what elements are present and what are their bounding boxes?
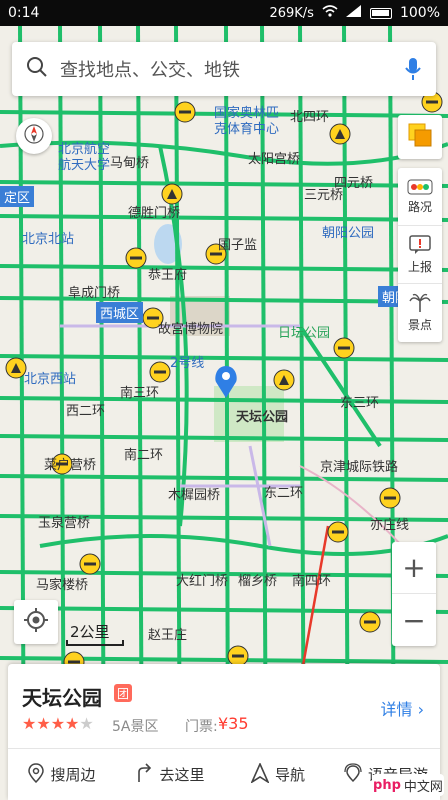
network-speed: 269K/s: [269, 5, 314, 21]
map-label: 马家楼桥: [36, 578, 89, 593]
palm-tree-icon: [409, 293, 431, 316]
map-label: 航天大学: [58, 158, 111, 173]
map-label: 南三环: [120, 386, 160, 401]
location-pin-icon: [28, 762, 45, 787]
district-xicheng: 西城区: [96, 302, 144, 323]
traffic-light-icon: [407, 179, 433, 198]
status-bar: 0:14 269K/s 100%: [0, 0, 448, 26]
price-label: 门票:: [185, 719, 218, 735]
map-label: 亦庄线: [370, 518, 410, 533]
map-label: 马甸桥: [110, 156, 150, 171]
ticket-price: ¥35: [218, 714, 249, 733]
report-button[interactable]: 上报: [398, 226, 442, 284]
wifi-icon: [322, 5, 338, 21]
map-label: 南二环: [124, 448, 164, 463]
navigate-button[interactable]: 导航: [224, 749, 332, 800]
map-label: 克体育中心: [214, 122, 280, 137]
map-label: 恭王府: [148, 268, 188, 283]
map-label: 国子监: [218, 238, 258, 253]
microphone-icon[interactable]: [404, 57, 422, 81]
map-label: 北京北站: [22, 232, 75, 247]
compass-icon: [23, 123, 45, 149]
nearby-label: 搜周边: [50, 766, 96, 784]
site-watermark: php 中文网: [372, 774, 444, 796]
compass-button[interactable]: [16, 118, 52, 154]
report-icon: [409, 234, 431, 258]
map-label: 京津城际铁路: [320, 460, 399, 475]
layers-icon: [407, 122, 433, 152]
go-here-label: 去这里: [159, 766, 205, 784]
map-label: 南四环: [292, 574, 332, 589]
map-label: 三元桥: [304, 188, 344, 203]
navigate-label: 导航: [274, 766, 305, 784]
nearby-button[interactable]: 搜周边: [8, 749, 116, 800]
locate-icon: [23, 607, 49, 637]
map-label: 榴乡桥: [238, 574, 278, 589]
detail-link[interactable]: 详情 ›: [380, 696, 424, 720]
map-scale-bar: [66, 640, 124, 646]
map-label: 木樨园桥: [168, 488, 221, 503]
detail-label: 详情: [380, 700, 413, 719]
search-icon: [26, 56, 48, 82]
district-haidian: 定区: [0, 186, 35, 207]
group-buy-badge: 团: [114, 684, 132, 702]
map-label: 西二环: [66, 404, 106, 419]
route-arrow-icon: [135, 762, 153, 787]
layers-button[interactable]: [398, 115, 442, 159]
watermark-site: 中文网: [403, 779, 443, 795]
minus-icon: −: [402, 603, 426, 637]
traffic-toggle[interactable]: 路况: [398, 168, 442, 226]
battery-icon: [369, 7, 392, 19]
zoom-control: + −: [392, 542, 436, 646]
map-label: 日坛公园: [278, 326, 331, 341]
map-label-poi: 天坛公园: [236, 410, 289, 425]
report-label: 上报: [407, 259, 432, 274]
headset-pin-icon: [344, 762, 362, 787]
poi-title: 天坛公园: [22, 686, 102, 710]
navigation-arrow-icon: [250, 761, 270, 787]
zoom-out-button[interactable]: −: [392, 594, 436, 646]
search-input[interactable]: 查找地点、公交、地铁: [60, 56, 404, 82]
map-label: 菜户营桥: [44, 458, 97, 473]
map-label: 北四环: [290, 110, 330, 125]
status-time: 0:14: [8, 5, 40, 21]
search-bar[interactable]: 查找地点、公交、地铁: [12, 42, 436, 96]
watermark-php: php: [373, 777, 401, 793]
map-label: 太阳宫桥: [248, 152, 301, 167]
locate-button[interactable]: [14, 600, 58, 644]
go-here-button[interactable]: 去这里: [116, 749, 224, 800]
map-label: 大红门桥: [176, 574, 229, 589]
battery-percent: 100%: [399, 5, 440, 21]
map-label: 2号线: [170, 356, 205, 371]
plus-icon: +: [402, 551, 426, 584]
zoom-in-button[interactable]: +: [392, 542, 436, 594]
map-label: 德胜门桥: [128, 206, 181, 221]
map-label: 阜成门桥: [68, 286, 121, 301]
poi-level: 5A景区: [112, 719, 159, 735]
map-label: 玉泉营桥: [38, 516, 91, 531]
scenic-label: 景点: [407, 318, 432, 332]
map-label: 东二环: [264, 486, 304, 501]
map-label: 北京西站: [24, 372, 77, 387]
map-label: 东三环: [340, 396, 380, 411]
scenic-button[interactable]: 景点: [398, 284, 442, 342]
map-scale-label: 2公里: [70, 623, 110, 641]
map-label: 故宫博物院: [158, 322, 224, 337]
chevron-right-icon: ›: [417, 700, 424, 719]
rating-stars: ★★★★★: [22, 714, 94, 733]
map-label: 朝阳公园: [322, 226, 375, 241]
traffic-label: 路况: [407, 199, 432, 214]
map-toolbar: 路况 上报 景点: [398, 168, 442, 342]
signal-icon: [345, 5, 362, 21]
map-label: 赵王庄: [148, 628, 188, 643]
